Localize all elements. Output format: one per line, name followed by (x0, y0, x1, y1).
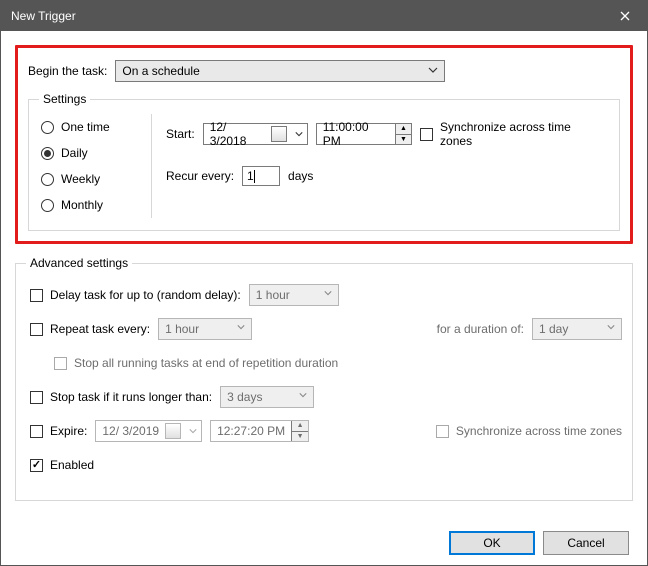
radio-icon (41, 147, 54, 160)
stop-longer-value-select[interactable]: 3 days (220, 386, 314, 408)
recur-every-input[interactable]: 1 (242, 166, 280, 186)
button-bar: OK Cancel (15, 523, 633, 555)
radio-daily[interactable]: Daily (41, 146, 149, 160)
checkbox-icon (436, 425, 449, 438)
radio-icon (41, 199, 54, 212)
new-trigger-dialog: New Trigger Begin the task: On a schedul… (0, 0, 648, 566)
spin-down-icon[interactable]: ▼ (292, 432, 308, 442)
highlight-box: Begin the task: On a schedule Settings O… (15, 45, 633, 244)
sync-timezones-checkbox[interactable]: Synchronize across time zones (420, 120, 603, 148)
settings-group: Settings One time Daily Weekly Monthly S… (28, 92, 620, 231)
checkbox-icon (30, 425, 43, 438)
advanced-legend: Advanced settings (26, 256, 132, 270)
checkbox-icon (30, 289, 43, 302)
recur-label: Recur every: (166, 169, 234, 183)
spin-down-icon[interactable]: ▼ (396, 135, 412, 145)
delay-task-checkbox[interactable]: Delay task for up to (random delay): (30, 288, 241, 302)
advanced-settings-group: Advanced settings Delay task for up to (… (15, 256, 633, 501)
chevron-down-icon (237, 323, 245, 331)
begin-task-select[interactable]: On a schedule (115, 60, 445, 82)
duration-label: for a duration of: (437, 322, 524, 336)
duration-value-select[interactable]: 1 day (532, 318, 622, 340)
expire-time-input[interactable]: 12:27:20 PM ▲▼ (210, 420, 309, 442)
stop-if-longer-checkbox[interactable]: Stop task if it runs longer than: (30, 390, 212, 404)
radio-one-time[interactable]: One time (41, 120, 149, 134)
checkbox-icon (54, 357, 67, 370)
begin-task-label: Begin the task: (28, 64, 107, 78)
ok-button[interactable]: OK (449, 531, 535, 555)
repeat-value-select[interactable]: 1 hour (158, 318, 252, 340)
start-date-input[interactable]: 12/ 3/2018 (203, 123, 308, 145)
chevron-down-icon (299, 391, 307, 399)
calendar-icon (165, 423, 181, 439)
cancel-button[interactable]: Cancel (543, 531, 629, 555)
period-radios: One time Daily Weekly Monthly (39, 114, 149, 218)
enabled-checkbox[interactable]: Enabled (30, 458, 94, 472)
chevron-down-icon (295, 127, 303, 141)
radio-icon (41, 173, 54, 186)
checkbox-icon (30, 323, 43, 336)
spin-up-icon[interactable]: ▲ (292, 421, 308, 432)
time-spinner[interactable]: ▲▼ (291, 421, 308, 441)
delay-value-select[interactable]: 1 hour (249, 284, 339, 306)
chevron-down-icon (324, 289, 332, 297)
recur-unit: days (288, 169, 313, 183)
checkbox-icon (30, 459, 43, 472)
chevron-down-icon (607, 323, 615, 331)
titlebar: New Trigger (1, 1, 647, 31)
stop-at-end-checkbox: Stop all running tasks at end of repetit… (54, 356, 338, 370)
time-spinner[interactable]: ▲▼ (395, 124, 412, 144)
chevron-down-icon (189, 424, 197, 438)
checkbox-icon (30, 391, 43, 404)
calendar-icon (271, 126, 287, 142)
settings-legend: Settings (39, 92, 90, 106)
checkbox-icon (420, 128, 433, 141)
start-time-input[interactable]: 11:00:00 PM ▲▼ (316, 123, 413, 145)
window-title: New Trigger (11, 9, 602, 23)
text-caret (254, 170, 255, 183)
spin-up-icon[interactable]: ▲ (396, 124, 412, 135)
expire-date-input[interactable]: 12/ 3/2019 (95, 420, 202, 442)
close-button[interactable] (602, 1, 647, 31)
radio-weekly[interactable]: Weekly (41, 172, 149, 186)
radio-monthly[interactable]: Monthly (41, 198, 149, 212)
expire-checkbox[interactable]: Expire: (30, 424, 87, 438)
repeat-task-checkbox[interactable]: Repeat task every: (30, 322, 150, 336)
start-label: Start: (166, 127, 195, 141)
chevron-down-icon (428, 65, 438, 75)
radio-icon (41, 121, 54, 134)
expire-sync-timezones-checkbox: Synchronize across time zones (436, 424, 622, 438)
